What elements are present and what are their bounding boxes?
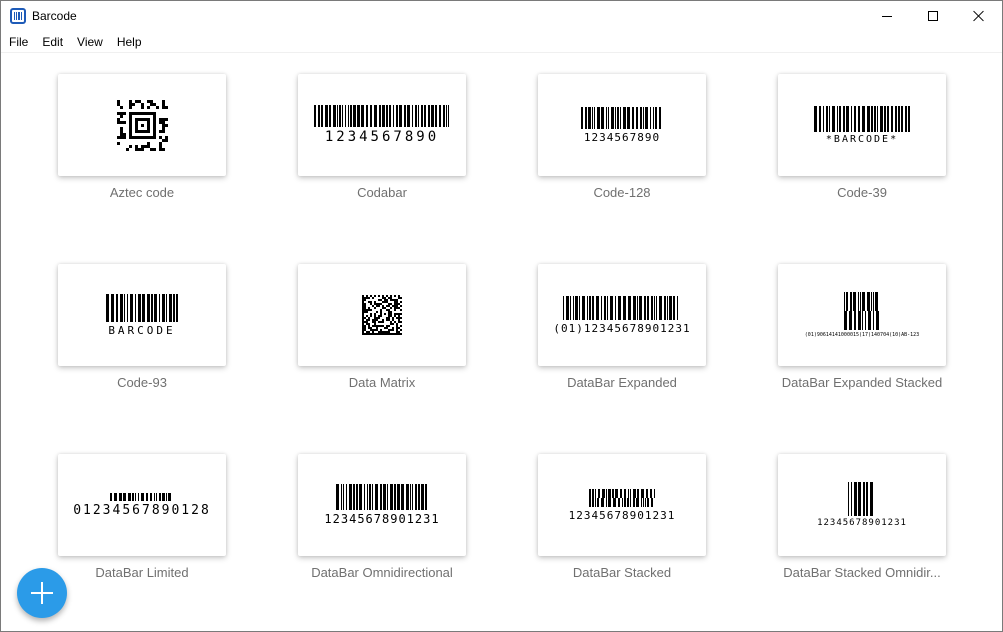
- matrix-code: [116, 99, 168, 151]
- barcode-type-label: DataBar Limited: [95, 565, 189, 580]
- barcode-preview-card[interactable]: [58, 74, 226, 176]
- barcode-preview: 12345678901231: [817, 482, 907, 528]
- barcode-type-tile[interactable]: Aztec code: [58, 74, 226, 200]
- barcode-type-tile[interactable]: 12345678901231 DataBar Stacked Omnidir...: [778, 454, 946, 580]
- minimize-icon: [882, 15, 892, 17]
- barcode-type-tile[interactable]: 01234567890128 DataBar Limited: [58, 454, 226, 580]
- barcode-type-tile[interactable]: 1234567890 Codabar: [298, 74, 466, 200]
- barcode-preview: 12345678901231: [324, 484, 439, 526]
- barcode-type-label: DataBar Stacked Omnidir...: [783, 565, 941, 580]
- barcode-bars: [847, 482, 873, 516]
- barcode-type-label: Codabar: [357, 185, 407, 200]
- menu-bar: File Edit View Help: [1, 31, 1002, 53]
- window-title: Barcode: [32, 9, 77, 23]
- minimize-button[interactable]: [864, 1, 910, 31]
- close-icon: [973, 10, 985, 22]
- barcode-bars: [336, 484, 427, 510]
- menu-help[interactable]: Help: [110, 31, 149, 53]
- barcode-human-readable-text: (01)12345678901231: [553, 321, 691, 335]
- add-barcode-button[interactable]: [17, 568, 67, 618]
- barcode-preview: *BARCODE*: [814, 105, 910, 145]
- title-bar: Barcode: [1, 1, 1002, 31]
- barcode-preview: (01)12345678901231: [553, 295, 691, 335]
- menu-file[interactable]: File: [1, 31, 35, 53]
- barcode-type-grid: Aztec code 1234567890 Codabar 1234567890 Cod…: [1, 53, 1002, 631]
- barcode-type-label: Aztec code: [109, 185, 175, 200]
- barcode-type-tile[interactable]: (01)12345678901231 DataBar Expanded: [538, 264, 706, 390]
- barcode-type-tile[interactable]: *BARCODE* Code-39: [778, 74, 946, 200]
- close-button[interactable]: [956, 1, 1002, 31]
- barcode-preview-card[interactable]: BARCODE: [58, 264, 226, 366]
- barcode-type-tile[interactable]: (01)90614141000015(17)140704(10)AB-123 Da…: [778, 264, 946, 390]
- app-window: Barcode File Edit View Help Aztec code 12…: [0, 0, 1003, 632]
- barcode-preview-card[interactable]: 1234567890: [298, 74, 466, 176]
- maximize-icon: [928, 11, 938, 21]
- barcode-type-label: DataBar Stacked: [572, 565, 672, 580]
- menu-edit[interactable]: Edit: [35, 31, 70, 53]
- barcode-type-tile[interactable]: 12345678901231 DataBar Omnidirectional: [298, 454, 466, 580]
- barcode-bars: [843, 292, 878, 311]
- barcode-type-label: DataBar Expanded: [567, 375, 677, 390]
- barcode-bars: [589, 488, 655, 498]
- barcode-human-readable-text: *BARCODE*: [825, 133, 899, 145]
- barcode-type-label: Code-93: [117, 375, 167, 390]
- barcode-human-readable-text: 12345678901231: [568, 508, 676, 522]
- barcode-preview-card[interactable]: 12345678901231: [538, 454, 706, 556]
- barcode-bars: [843, 311, 879, 330]
- barcode-preview-card[interactable]: 12345678901231: [778, 454, 946, 556]
- barcode-preview: BARCODE: [106, 293, 178, 337]
- barcode-type-tile[interactable]: BARCODE Code-93: [58, 264, 226, 390]
- barcode-type-tile[interactable]: 12345678901231 DataBar Stacked: [538, 454, 706, 580]
- barcode-preview-card[interactable]: 01234567890128: [58, 454, 226, 556]
- barcode-preview-card[interactable]: 12345678901231: [298, 454, 466, 556]
- barcode-human-readable-text: 01234567890128: [73, 502, 211, 518]
- barcode-bars: [106, 293, 178, 322]
- maximize-button[interactable]: [910, 1, 956, 31]
- barcode-bars: [814, 105, 910, 132]
- barcode-bars: [314, 105, 449, 127]
- barcode-human-readable-text: BARCODE: [108, 323, 176, 337]
- barcode-type-label: Data Matrix: [348, 375, 416, 390]
- barcode-human-readable-text: 12345678901231: [324, 512, 440, 526]
- barcode-preview-card[interactable]: *BARCODE*: [778, 74, 946, 176]
- barcode-type-label: Code-128: [593, 185, 651, 200]
- barcode-preview-card[interactable]: (01)90614141000015(17)140704(10)AB-123: [778, 264, 946, 366]
- matrix-code: [362, 295, 402, 335]
- barcode-preview: 12345678901231: [568, 488, 676, 522]
- barcode-type-label: Code-39: [837, 185, 887, 200]
- barcode-type-label: DataBar Expanded Stacked: [781, 375, 943, 390]
- barcode-bars: [109, 492, 171, 501]
- barcode-preview-card[interactable]: (01)12345678901231: [538, 264, 706, 366]
- barcode-preview: 1234567890: [314, 105, 450, 145]
- barcode-preview: (01)90614141000015(17)140704(10)AB-123: [805, 292, 919, 338]
- barcode-preview-card[interactable]: 1234567890: [538, 74, 706, 176]
- barcode-preview-card[interactable]: [298, 264, 466, 366]
- barcode-type-tile[interactable]: 1234567890 Code-128: [538, 74, 706, 200]
- barcode-bars: [581, 106, 661, 129]
- barcode-bars: [589, 497, 653, 507]
- barcode-human-readable-text: 1234567890: [324, 129, 440, 145]
- barcode-preview: 1234567890: [581, 106, 663, 144]
- barcode-human-readable-text: 1234567890: [583, 130, 661, 144]
- barcode-type-tile[interactable]: Data Matrix: [298, 264, 466, 390]
- barcode-human-readable-text: 12345678901231: [817, 518, 907, 528]
- plus-icon: [31, 582, 53, 604]
- barcode-type-label: DataBar Omnidirectional: [311, 565, 453, 580]
- barcode-bars: [563, 295, 678, 320]
- barcode-preview: 01234567890128: [73, 492, 211, 518]
- menu-view[interactable]: View: [70, 31, 110, 53]
- barcode-human-readable-text: (01)90614141000015(17)140704(10)AB-123: [804, 332, 920, 338]
- barcode-app-icon: [10, 8, 26, 24]
